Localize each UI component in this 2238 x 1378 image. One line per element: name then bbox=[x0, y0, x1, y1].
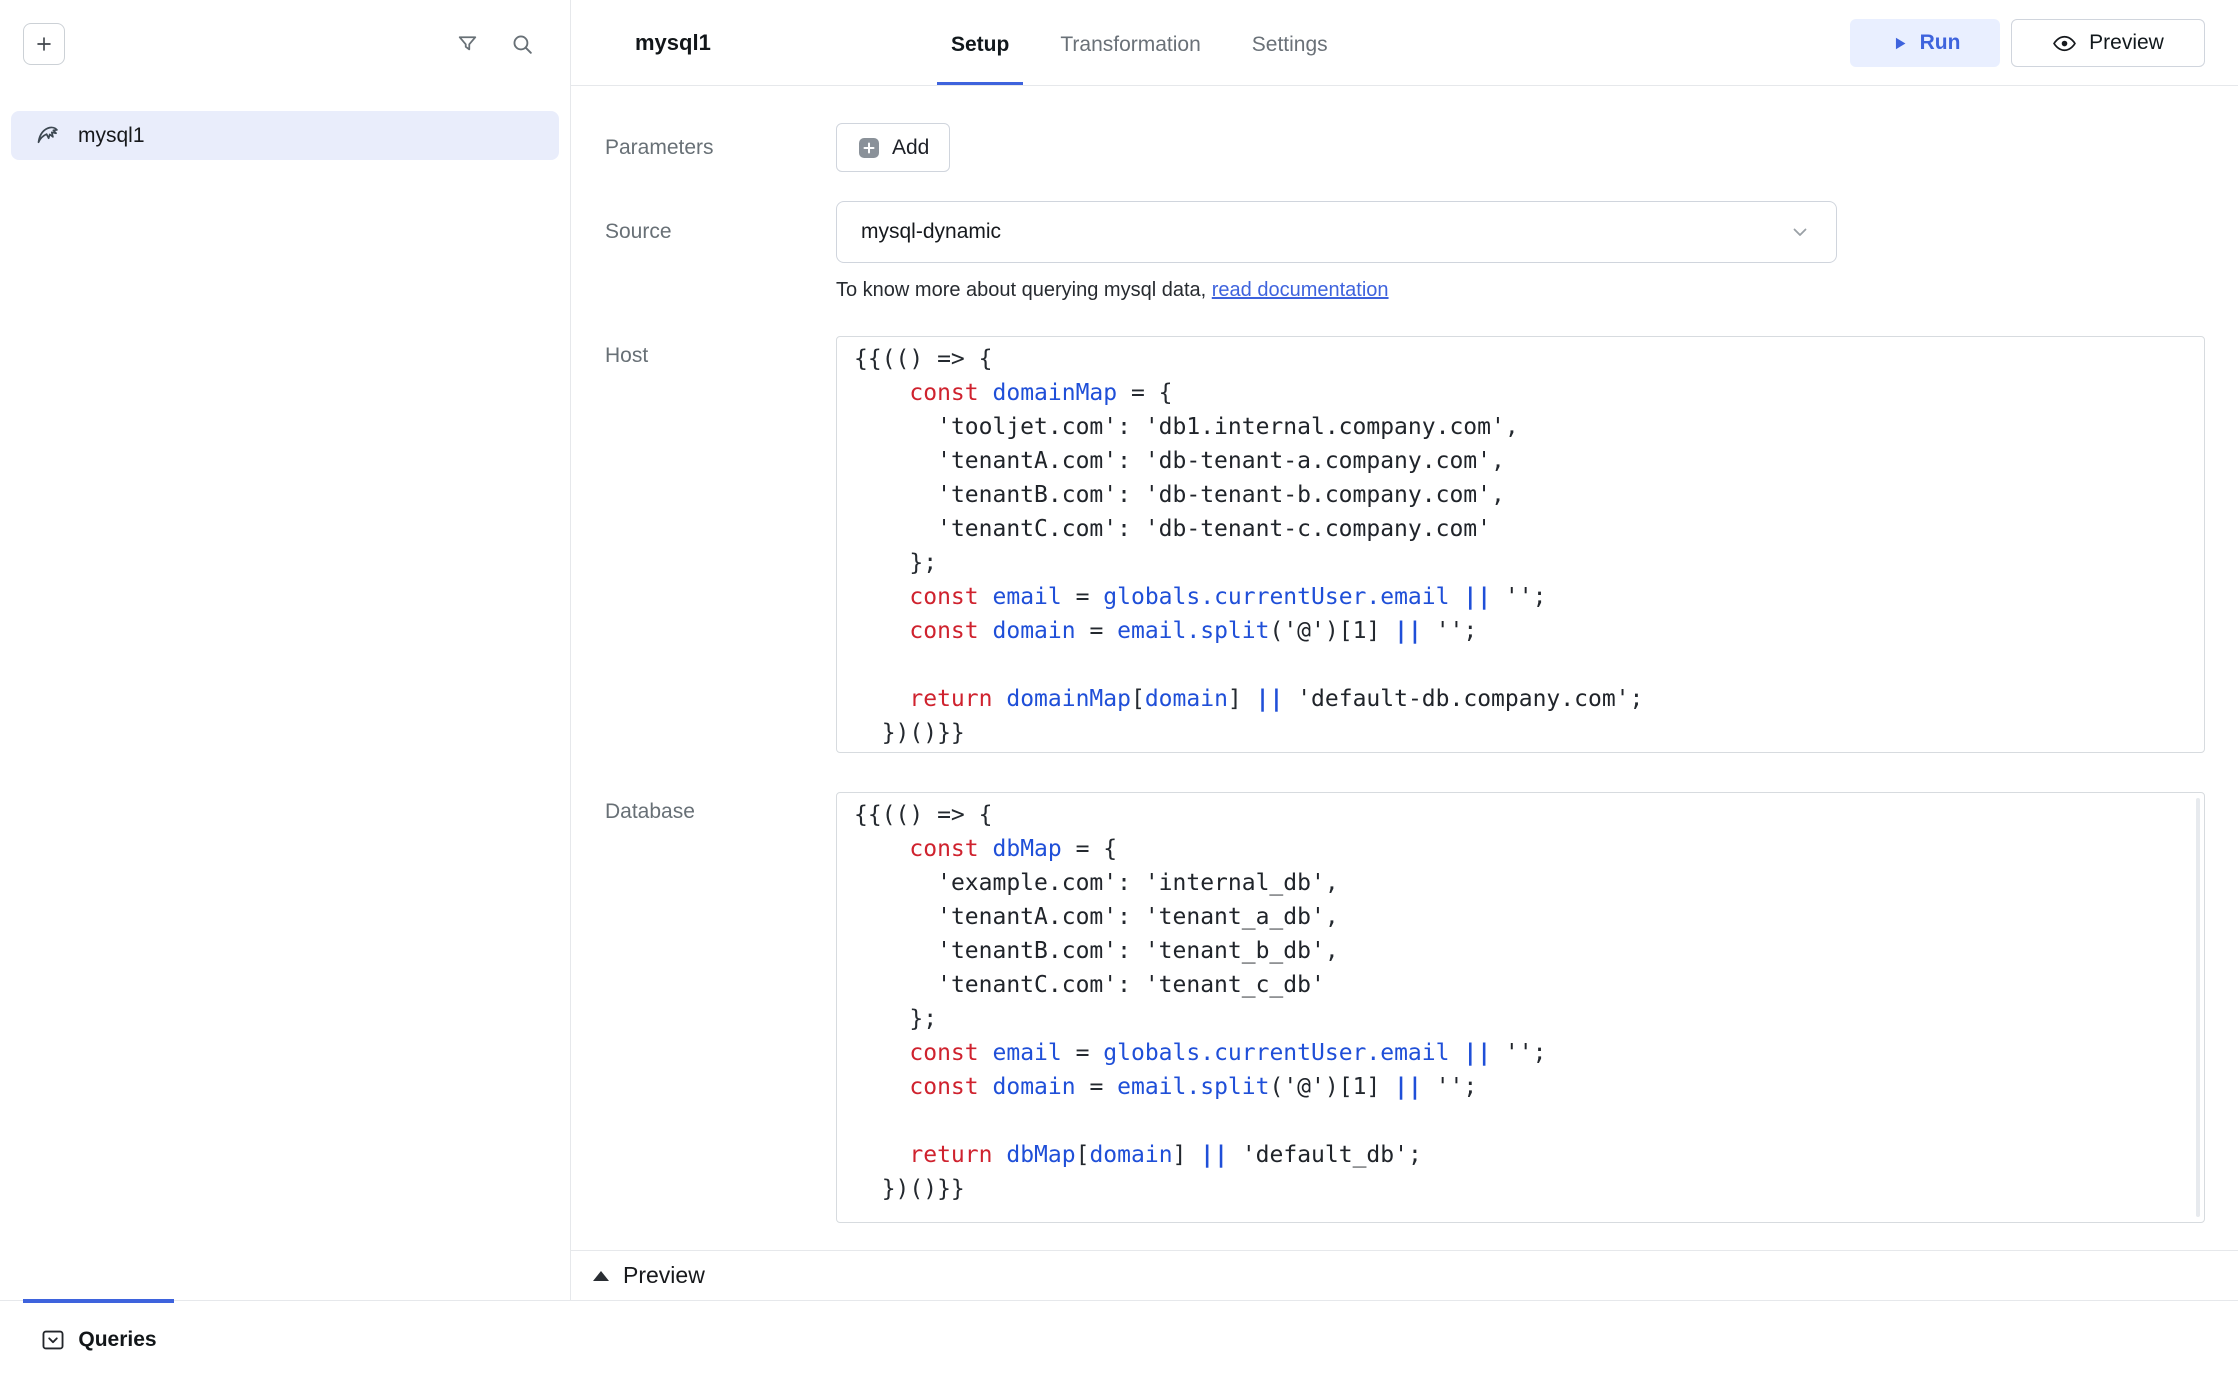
source-row: Source mysql-dynamic To know more about … bbox=[605, 201, 2205, 304]
search-button[interactable] bbox=[510, 32, 535, 57]
queries-tab-label: Queries bbox=[78, 1328, 156, 1352]
queries-icon bbox=[40, 1327, 66, 1353]
run-button[interactable]: Run bbox=[1850, 19, 2000, 67]
active-tab-indicator bbox=[23, 1299, 174, 1303]
collapse-arrow-icon bbox=[593, 1271, 609, 1281]
mysql-icon bbox=[34, 122, 61, 149]
plus-square-icon bbox=[857, 136, 881, 160]
query-list-sidebar: mysql1 bbox=[0, 0, 571, 1300]
query-list-item-mysql1[interactable]: mysql1 bbox=[11, 111, 559, 160]
source-select[interactable]: mysql-dynamic bbox=[836, 201, 1837, 263]
source-help-text: To know more about querying mysql data, … bbox=[836, 276, 2205, 304]
database-code-editor[interactable]: {{(() => { const dbMap = { 'example.com'… bbox=[836, 792, 2205, 1223]
host-label: Host bbox=[605, 336, 836, 368]
editor-tabs: Setup Transformation Settings bbox=[937, 0, 1342, 85]
plus-icon bbox=[33, 33, 55, 55]
preview-panel-label: Preview bbox=[623, 1262, 705, 1289]
source-label: Source bbox=[605, 201, 836, 263]
eye-icon bbox=[2052, 31, 2077, 56]
sidebar-icon-group bbox=[455, 32, 535, 57]
read-documentation-link[interactable]: read documentation bbox=[1212, 279, 1389, 301]
editor-header: mysql1 Setup Transformation Settings bbox=[571, 0, 2238, 86]
source-select-value: mysql-dynamic bbox=[861, 220, 1001, 244]
tab-transformation[interactable]: Transformation bbox=[1046, 0, 1214, 85]
bottom-bar: Queries bbox=[0, 1300, 2238, 1378]
chevron-down-icon bbox=[1788, 220, 1812, 244]
query-editor-panel: mysql1 Setup Transformation Settings bbox=[571, 0, 2238, 1300]
parameters-row: Parameters Add bbox=[605, 123, 2205, 172]
filter-button[interactable] bbox=[455, 32, 480, 57]
tab-setup-label: Setup bbox=[951, 33, 1009, 57]
parameters-label: Parameters bbox=[605, 123, 836, 172]
filter-icon bbox=[455, 32, 480, 57]
host-row: Host {{(() => { const domainMap = { 'too… bbox=[605, 336, 2205, 753]
source-help-plain: To know more about querying mysql data, bbox=[836, 279, 1212, 301]
tab-setup[interactable]: Setup bbox=[937, 0, 1023, 85]
query-setup-form: Parameters Add Source my bbox=[571, 86, 2238, 1250]
sidebar-toolbar bbox=[0, 0, 570, 66]
query-item-label: mysql1 bbox=[78, 124, 145, 148]
database-row: Database {{(() => { const dbMap = { 'exa… bbox=[605, 792, 2205, 1223]
query-list: mysql1 bbox=[0, 111, 570, 160]
search-icon bbox=[510, 32, 535, 57]
header-actions: Run Preview bbox=[1850, 19, 2205, 67]
add-query-button[interactable] bbox=[23, 23, 65, 65]
tab-transformation-label: Transformation bbox=[1060, 33, 1200, 57]
database-label: Database bbox=[605, 792, 836, 824]
add-parameter-label: Add bbox=[892, 136, 929, 160]
tab-settings[interactable]: Settings bbox=[1238, 0, 1342, 85]
main-row: mysql1 mysql1 Setup Transformation Setti… bbox=[0, 0, 2238, 1300]
preview-button[interactable]: Preview bbox=[2011, 19, 2205, 67]
play-icon bbox=[1890, 34, 1909, 53]
tab-settings-label: Settings bbox=[1252, 33, 1328, 57]
query-title: mysql1 bbox=[635, 30, 711, 56]
preview-button-label: Preview bbox=[2089, 31, 2164, 55]
host-code-editor[interactable]: {{(() => { const domainMap = { 'tooljet.… bbox=[836, 336, 2205, 753]
preview-panel-toggle[interactable]: Preview bbox=[571, 1250, 2238, 1300]
queries-tab[interactable]: Queries bbox=[23, 1301, 174, 1378]
app-root: mysql1 mysql1 Setup Transformation Setti… bbox=[0, 0, 2238, 1378]
add-parameter-button[interactable]: Add bbox=[836, 123, 950, 172]
run-button-label: Run bbox=[1920, 31, 1961, 55]
